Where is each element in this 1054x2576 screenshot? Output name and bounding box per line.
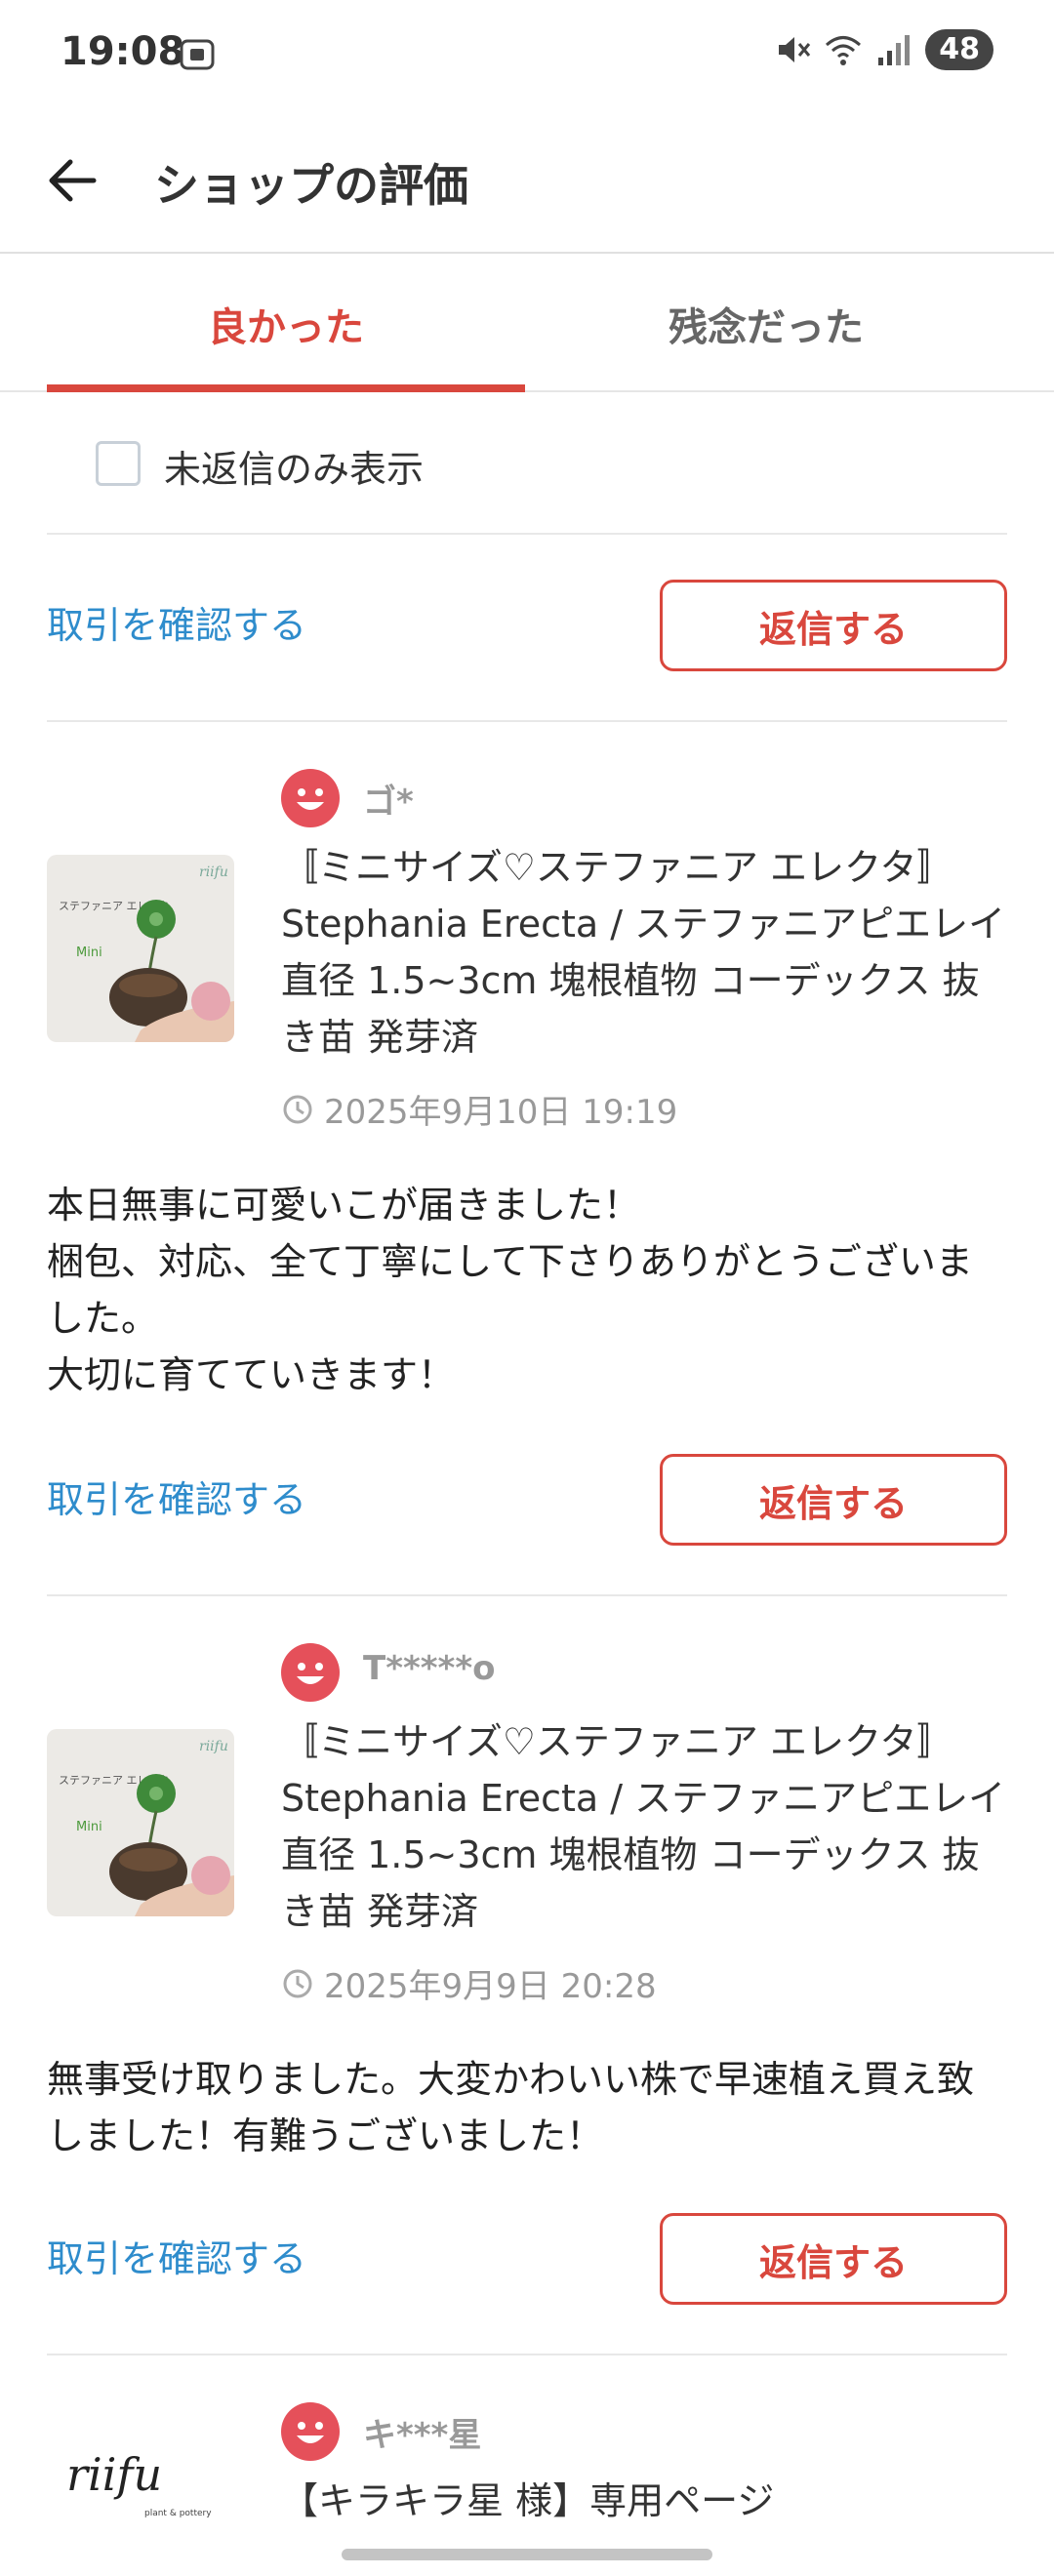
product-thumbnail[interactable]: ステファニア エレクタ riifu Mini (47, 855, 234, 1042)
unreplied-only-checkbox[interactable] (96, 441, 141, 486)
product-title[interactable]: 【キラキラ星 様】専用ページ (281, 2473, 1007, 2529)
reviewer-avatar-icon (281, 1643, 340, 1702)
back-arrow-icon (49, 159, 97, 202)
status-bar: 19:08 48 (0, 0, 1054, 107)
product-thumbnail[interactable]: riifu plant & pottery (47, 2414, 234, 2576)
shop-logo-text: riifu (66, 2448, 162, 2501)
plant-photo-icon: ステファニア エレクタ riifu Mini (47, 855, 234, 1042)
home-indicator[interactable] (342, 2549, 712, 2560)
review-comment: 本日無事に可愛いこが届きました！ 梱包、対応、全て丁寧にして下さりありがとうござ… (47, 1184, 973, 1396)
back-button[interactable] (37, 146, 105, 215)
product-title[interactable]: 〚ミニサイズ♡ステファニア エレクタ〛 Stephania Erecta / ス… (281, 1713, 1007, 1940)
plant-photo-icon: ステファニア エレクタ riifu Mini (47, 1729, 234, 1916)
confirm-transaction-link[interactable]: 取引を確認する (47, 595, 306, 649)
review-actions: 取引を確認する 返信する (47, 1411, 1007, 1587)
reply-button[interactable]: 返信する (660, 2213, 1007, 2305)
review-comment: 無事受け取りました。大変かわいい株で早速植え買え致しました！有難うございました！ (47, 2058, 975, 2157)
reviewer-name: ゴ* (363, 783, 414, 822)
review-actions: 取引を確認する 返信する (47, 537, 1007, 712)
confirm-transaction-link[interactable]: 取引を確認する (47, 1469, 306, 1523)
thumbnail-brand: riifu (199, 1739, 228, 1754)
review-date-text: 2025年9月9日 20:28 (324, 1967, 657, 2006)
tab-bad[interactable]: 残念だった (527, 256, 1005, 392)
active-tab-indicator (47, 384, 525, 392)
reviewer-avatar-icon (281, 2402, 340, 2461)
screenshot-icon (180, 39, 215, 70)
unreplied-only-label: 未返信のみ表示 (164, 448, 425, 491)
review-date: 2025年9月10日 19:19 (281, 1085, 677, 1133)
review-date: 2025年9月9日 20:28 (281, 1959, 657, 2007)
thumbnail-mini: Mini (76, 1820, 102, 1834)
review-item: ステファニア エレクタ riifu Mini ゴ* 〚ミニサイズ♡ステファニア … (47, 720, 1007, 1413)
filter-row: 未返信のみ表示 (47, 392, 1007, 535)
clock-icon (283, 1969, 312, 1997)
shop-logo-subtext: plant & pottery (144, 2509, 212, 2518)
confirm-transaction-link[interactable]: 取引を確認する (47, 2229, 306, 2282)
thumbnail-brand: riifu (199, 865, 228, 880)
reply-button[interactable]: 返信する (660, 580, 1007, 671)
wifi-icon (826, 36, 862, 65)
signal-icon (878, 35, 911, 65)
reviewer-avatar-icon (281, 769, 340, 827)
app-bar: ショップの評価 (0, 107, 1054, 254)
thumbnail-mini: Mini (76, 946, 102, 960)
shop-logo-icon: riifu plant & pottery (47, 2414, 234, 2576)
product-title[interactable]: 〚ミニサイズ♡ステファニア エレクタ〛 Stephania Erecta / ス… (281, 839, 1007, 1066)
mute-icon (779, 37, 811, 62)
reviewer-name: キ***星 (363, 2416, 482, 2455)
reviewer-name: T*****o (363, 1649, 496, 1688)
tab-bar: 良かった 残念だった (0, 256, 1054, 392)
tab-good[interactable]: 良かった (47, 256, 525, 392)
review-item: riifu plant & pottery キ***星 【キラキラ星 様】専用ペ… (47, 2354, 1007, 2576)
reply-button[interactable]: 返信する (660, 1454, 1007, 1546)
status-time: 19:08 (61, 29, 185, 74)
review-item: ステファニア エレクタ riifu Mini T*****o 〚ミニサイズ♡ステ… (47, 1594, 1007, 2170)
review-date-text: 2025年9月10日 19:19 (324, 1093, 678, 1132)
battery-indicator: 48 (925, 29, 993, 70)
clock-icon (283, 1095, 312, 1123)
product-thumbnail[interactable]: ステファニア エレクタ riifu Mini (47, 1729, 234, 1916)
page-title: ショップの評価 (154, 159, 468, 212)
review-actions: 取引を確認する 返信する (47, 2170, 1007, 2346)
